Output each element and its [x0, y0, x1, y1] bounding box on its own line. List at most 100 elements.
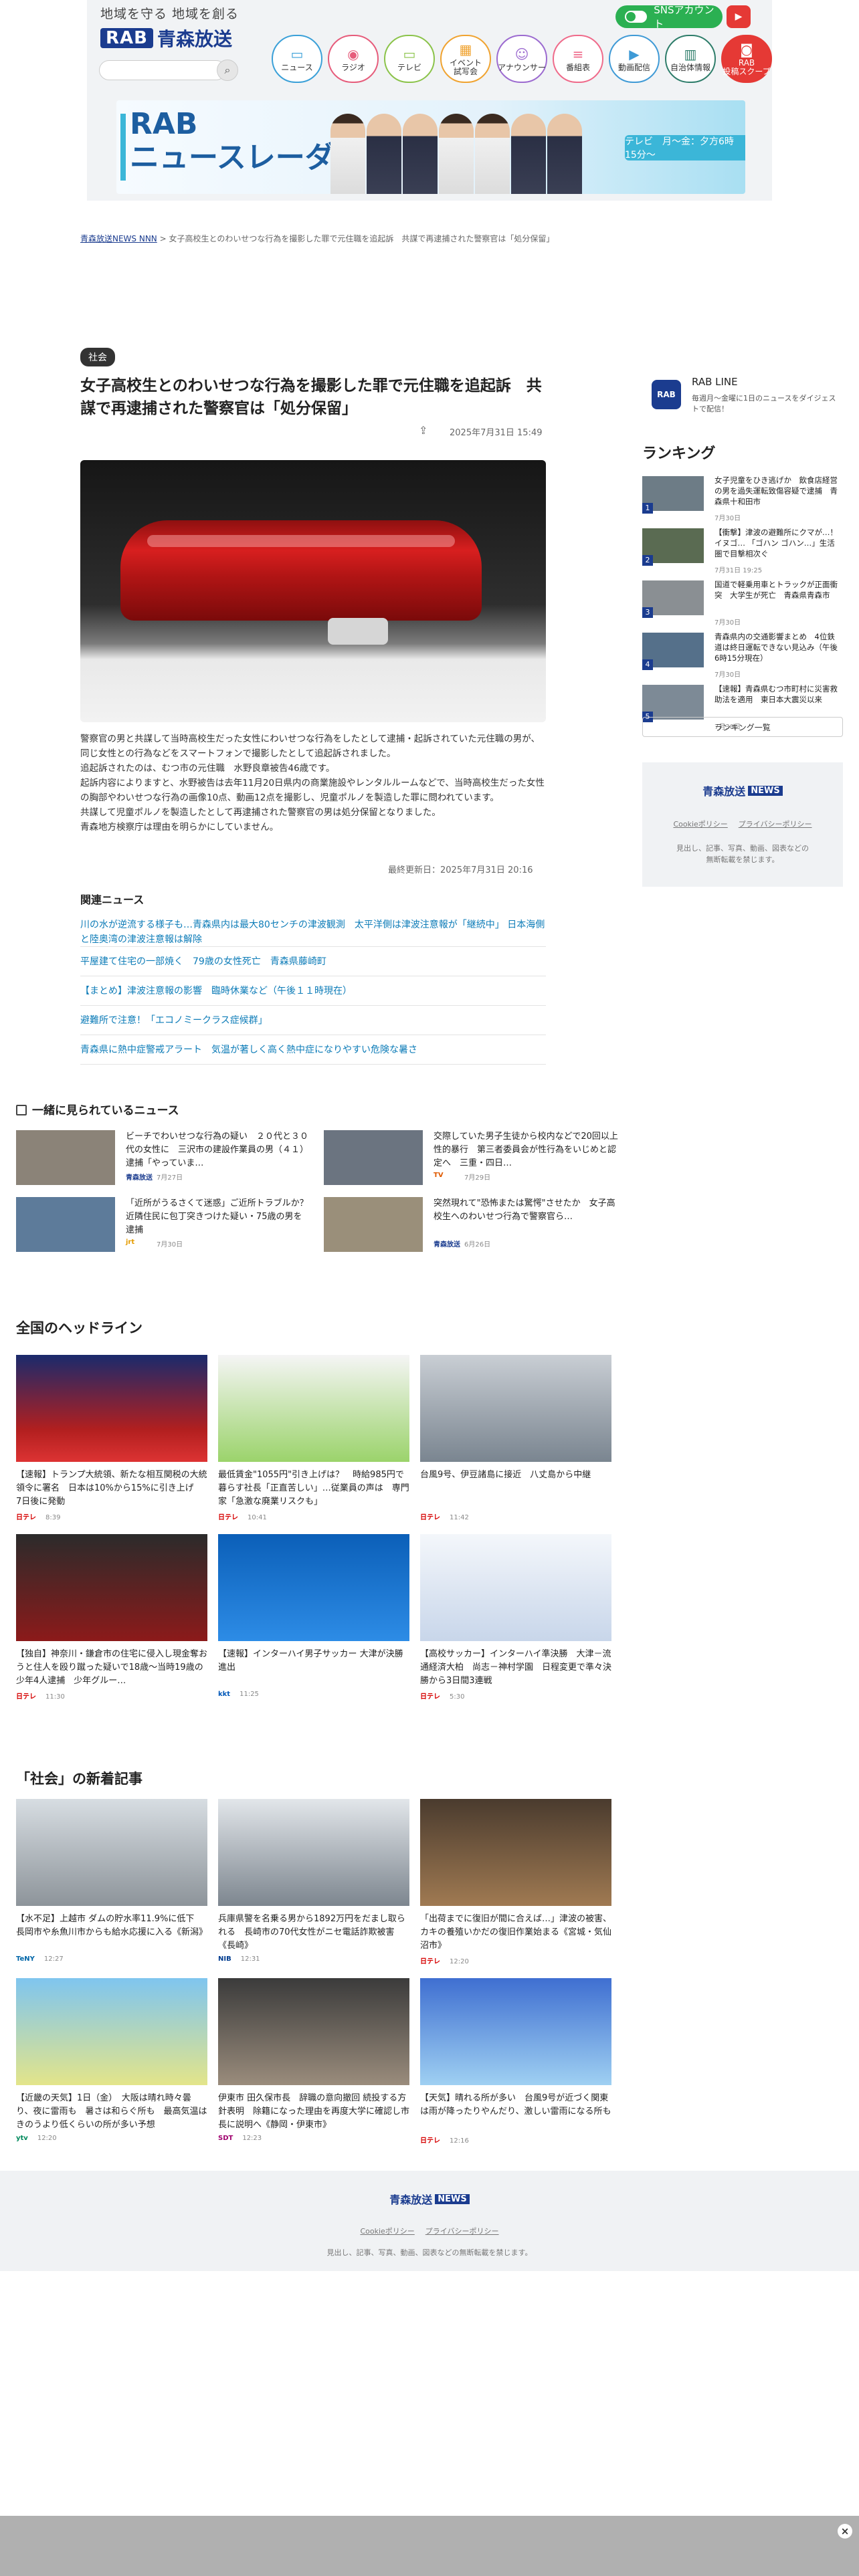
search-button[interactable]: ⌕	[217, 60, 238, 81]
youtube-icon[interactable]: ▶	[727, 5, 751, 28]
nav-3[interactable]: ▭ テレビ	[384, 35, 435, 83]
news-card[interactable]: 【速報】インターハイ男子サッカー 大津が決勝進出 kkt 11:25	[218, 1534, 409, 1698]
privacy-policy-link[interactable]: プライバシーポリシー	[739, 820, 812, 829]
news-card[interactable]: 伊東市 田久保市長 辞職の意向撤回 続投する方針表明 除籍になった理由を再度大学…	[218, 1978, 409, 2142]
news-card[interactable]: 【独自】神奈川・鎌倉市の住宅に侵入し現金奪おうと住人を殴り蹴った疑いで18歳〜当…	[16, 1534, 207, 1701]
site-logo[interactable]: 地域を守る 地域を創る RAB 青森放送	[100, 4, 274, 51]
nav-6[interactable]: ≡ 番組表	[553, 35, 603, 83]
related-news-link[interactable]: 川の水が逆流する様子も…青森県内は最大80センチの津波観測 太平洋側は津波注意報…	[80, 918, 546, 947]
rab-line-icon: RAB	[652, 380, 681, 409]
related-news-link[interactable]: 青森県に熱中症警戒アラート 気温が著しく高く熱中症になりやすい危険な暑さ	[80, 1035, 546, 1065]
related-news-list: 川の水が逆流する様子も…青森県内は最大80センチの津波観測 太平洋側は津波注意報…	[80, 918, 546, 1065]
ranking-item[interactable]: 1 女子児童をひき逃げか 飲食店経営の男を過失運転致傷容疑で逮捕 青森県十和田市 7…	[642, 473, 843, 524]
also-viewed-item[interactable]: ビーチでわいせつな行為の疑い ２０代と３０代の女性に 三沢市の建設作業員の男（４…	[16, 1130, 310, 1186]
breadcrumb-separator: >	[159, 234, 167, 243]
news-time: 10:41	[248, 1514, 267, 1521]
nav-8[interactable]: ▥ 自治体情報	[665, 35, 716, 83]
news-title: 伊東市 田久保市長 辞職の意向撤回 続投する方針表明 除籍になった理由を再度大学…	[218, 2093, 409, 2130]
share-icon[interactable]: ⇪	[419, 424, 427, 437]
news-title: 【高校サッカー】インターハイ準決勝 大津－流通経済大柏 尚志－神村学園 日程変更…	[420, 1649, 611, 1686]
news-card[interactable]: 【天気】晴れる所が多い 台風9号が近づく関東は雨が降ったりやんだり、激しい雷雨に…	[420, 1978, 611, 2145]
news-card[interactable]: 兵庫県警を名乗る男から1892万円をだまし取られる 長崎市の70代女性がニセ電話…	[218, 1799, 409, 1963]
banner-title-line1: RAB	[130, 107, 198, 141]
news-card[interactable]: 台風9号、伊豆諸島に接近 八丈島から中継 日テレ 11:42	[420, 1355, 611, 1521]
ranking-item[interactable]: 4 青森県内の交通影響まとめ 4位鉄道は終日運転できない見込み（午後6時15分現在…	[642, 630, 843, 681]
news-radar-banner[interactable]: RAB ニュースレーダー テレビ 月〜金：夕方6時15分〜	[116, 100, 745, 194]
news-time: 11:42	[450, 1514, 469, 1521]
news-time: 12:31	[240, 1955, 260, 1963]
radio-icon: ◉	[347, 45, 359, 62]
anchors-photo	[330, 106, 611, 194]
news-title: 【速報】インターハイ男子サッカー 大津が決勝進出	[218, 1649, 403, 1673]
news-card[interactable]: 「出荷までに復旧が間に合えば…」津波の被害、カキの養殖いかだの復旧作業始まる《宮…	[420, 1799, 611, 1965]
source-logo: 青森放送	[126, 1174, 153, 1182]
tv-icon: ▭	[403, 45, 416, 62]
source-logo: 日テレ	[420, 2137, 440, 2145]
news-title: 【近畿の天気】1日（金） 大阪は晴れ時々曇り、夜に雷雨も 暑さは和らぐ所も 最高…	[16, 2093, 207, 2130]
article-paragraph: 追起訴されたのは、むつ市の元住職 水野良章被告46歳です。	[80, 763, 335, 774]
ranking-title: 女子児童をひき逃げか 飲食店経営の男を過失運転致傷容疑で逮捕 青森県十和田市	[714, 475, 838, 506]
also-viewed-thumbnail	[324, 1130, 423, 1185]
also-viewed-item[interactable]: 「近所がうるさくて迷惑」ご近所トラブルか？近隣住民に包丁突きつけた疑い・75歳の…	[16, 1197, 310, 1253]
also-viewed-thumbnail	[16, 1197, 115, 1252]
tv-icon: ▭	[290, 45, 304, 62]
news-card[interactable]: 【高校サッカー】インターハイ準決勝 大津－流通経済大柏 尚志－神村学園 日程変更…	[420, 1534, 611, 1701]
news-thumbnail	[16, 1355, 207, 1462]
also-viewed-title: 交際していた男子生徒から校内などで20回以上性的暴行 第三者委員会が性行為をいじ…	[434, 1132, 618, 1168]
news-meta: 日テレ 11:42	[420, 1511, 611, 1521]
ranking-more-button[interactable]: ランキング一覧	[642, 717, 843, 737]
source-logo: SDT	[218, 2135, 233, 2142]
ranking-item[interactable]: 2 【衝撃】津波の避難所にクマが…！イヌゴ… 「ゴハン ゴハン…」生活圏で目撃相次…	[642, 526, 843, 576]
article-paragraph: 共謀して児童ポルノを製造したとして再逮捕された警察官の男は処分保留となりました。	[80, 807, 441, 818]
ranking-title: 青森県内の交通影響まとめ 4位鉄道は終日運転できない見込み（午後6時15分現在）	[714, 632, 838, 663]
search-input[interactable]	[99, 60, 226, 80]
footer-cookie-link[interactable]: Cookieポリシー	[360, 2227, 414, 2236]
news-card[interactable]: 【速報】トランプ大統領、新たな相互関税の大統領令に署名 日本は10%から15%に…	[16, 1355, 207, 1521]
close-icon[interactable]: ×	[838, 2524, 852, 2539]
news-card[interactable]: 【水不足】上越市 ダムの貯水率11.9%に低下 長岡市や糸魚川市からも給水応援に…	[16, 1799, 207, 1963]
news-time: 11:25	[240, 1691, 259, 1698]
siren-base	[328, 618, 388, 645]
brand-logo[interactable]: 青森放送 NEWS	[702, 782, 783, 798]
ranking-item[interactable]: 3 国道で軽乗用車とトラックが正面衝突 大学生が死亡 青森県青森市 7月30日	[642, 578, 843, 629]
source-logo: jrt	[126, 1239, 135, 1246]
source-logo: ytv	[16, 2135, 28, 2142]
nav-9[interactable]: ◙ RAB 投稿スクープ	[721, 35, 772, 83]
news-title: 【速報】トランプ大統領、新たな相互関税の大統領令に署名 日本は10%から15%に…	[16, 1470, 207, 1507]
ranking-list: 1 女子児童をひき逃げか 飲食店経営の男を過失運転致傷容疑で逮捕 青森県十和田市 7…	[642, 473, 843, 734]
source-logo: 青森放送	[434, 1241, 460, 1249]
bottom-ad-bar	[0, 2516, 859, 2576]
also-viewed-item[interactable]: 交際していた男子生徒から校内などで20回以上性的暴行 第三者委員会が性行為をいじ…	[324, 1130, 618, 1186]
footer-brand-logo[interactable]: 青森放送 NEWS	[389, 2191, 470, 2207]
nav-5[interactable]: ☺ アナウンサー	[496, 35, 547, 83]
news-thumbnail	[420, 1799, 611, 1906]
related-news-link[interactable]: 【まとめ】津波注意報の影響 臨時休業など（午後１１時現在）	[80, 976, 546, 1006]
cookie-policy-link[interactable]: Cookieポリシー	[673, 820, 727, 829]
sns-account-button[interactable]: SNSアカウント	[615, 4, 723, 30]
footer-privacy-link[interactable]: プライバシーポリシー	[425, 2227, 499, 2236]
banner-accent	[120, 114, 126, 181]
nav-label: 番組表	[565, 62, 590, 72]
category-badge[interactable]: 社会	[80, 348, 115, 366]
list-icon: ≡	[572, 45, 584, 62]
breadcrumb-home[interactable]: 青森放送NEWS NNN	[80, 234, 157, 243]
source-logo: TV	[434, 1172, 444, 1179]
source-logo: 日テレ	[218, 1514, 238, 1521]
news-time: 12:20	[450, 1958, 469, 1965]
nav-1[interactable]: ▭ ニュース	[272, 35, 322, 83]
nav-4[interactable]: ▦ イベント 試写会	[440, 35, 491, 83]
banner-title-line2: ニュースレーダー	[130, 140, 364, 175]
news-time: 12:27	[43, 1955, 64, 1963]
related-news-link[interactable]: 平屋建て住宅の一部焼く 79歳の女性死亡 青森県藤崎町	[80, 947, 546, 976]
related-news-link[interactable]: 避難所で注意！「エコノミークラス症候群」	[80, 1006, 546, 1035]
also-viewed-item[interactable]: 突然現れて"恐怖または驚愕"させたか 女子高校生へのわいせつ行為で警察官ら… 青森…	[324, 1197, 618, 1253]
rab-line-card[interactable]: RAB RAB LINE 毎週月〜金曜に1日のニュースをダイジェストで配信！	[642, 372, 843, 419]
nav-7[interactable]: ▶ 動画配信	[609, 35, 660, 83]
news-thumbnail	[420, 1534, 611, 1641]
rab-line-title: RAB LINE	[692, 376, 738, 388]
copyright-note: 見出し、記事、写真、動画、図表などの無断転載を禁じます。	[676, 844, 809, 864]
logo-rab: RAB	[100, 28, 153, 48]
nav-2[interactable]: ◉ ラジオ	[328, 35, 379, 83]
news-card[interactable]: 最低賃金"1055円"引き上げは？ 時給985円で暮らす社長「正直苦しい」…従業…	[218, 1355, 409, 1521]
news-card[interactable]: 【近畿の天気】1日（金） 大阪は晴れ時々曇り、夜に雷雨も 暑さは和らぐ所も 最高…	[16, 1978, 207, 2142]
